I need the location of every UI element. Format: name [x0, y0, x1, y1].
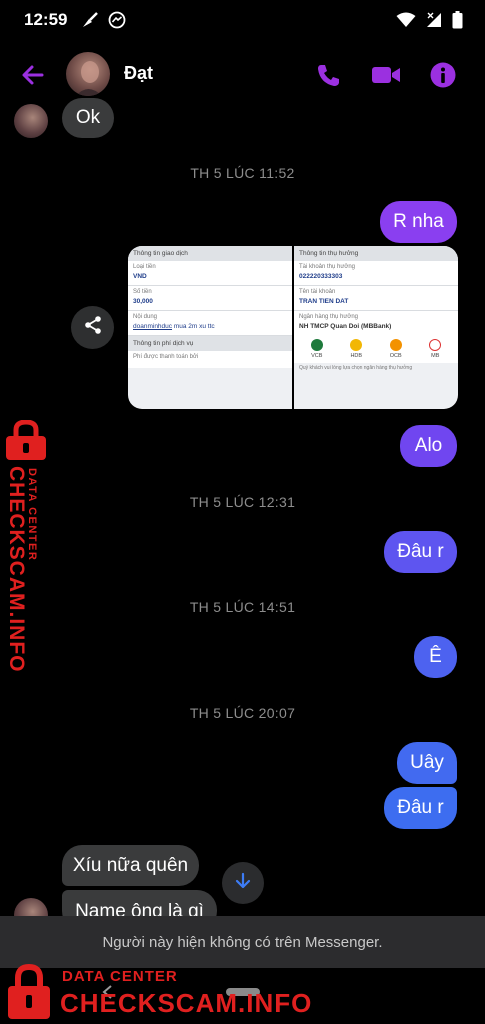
timestamp: TH 5 LÚC 11:52 [190, 165, 295, 181]
field-value: VND [133, 273, 147, 280]
phone-icon[interactable] [314, 61, 342, 89]
broom-icon [80, 11, 100, 34]
section-header: Thông tin phí dịch vụ [128, 336, 292, 351]
field-label: Phí được thanh toán bởi [133, 354, 199, 360]
watermark-data-center: DATA CENTER [62, 968, 178, 985]
arrow-down-icon [234, 872, 252, 895]
footer-note: Quý khách vui lòng lựa chọn ngân hàng th… [299, 365, 413, 371]
bank-options: VCB HDB OCB MB [294, 335, 458, 363]
field-value-link: doanminhduc [133, 323, 173, 330]
contact-name[interactable]: Đạt [124, 63, 153, 84]
battery-icon [452, 11, 463, 34]
unavailable-notice: Người này hiện không có trên Messenger. [0, 916, 485, 968]
section-header: Thông tin thụ hưởng [294, 246, 458, 261]
no-signal-icon [426, 12, 442, 33]
image-attachment[interactable]: Thông tin giao dịch Loại tiền VND Số tiền… [128, 246, 458, 409]
field-label: Số tiền [133, 289, 152, 295]
status-time: 12:59 [24, 10, 68, 29]
messenger-icon [108, 11, 126, 34]
timestamp: TH 5 LÚC 20:07 [189, 705, 296, 721]
field-label: Tên tài khoản [299, 289, 336, 295]
message-incoming[interactable]: Xíu nữa quên [62, 845, 199, 886]
share-button[interactable] [71, 306, 114, 349]
section-header: Thông tin giao dịch [128, 246, 292, 261]
conversation-header: Đạt [0, 44, 485, 104]
message-outgoing[interactable]: Ê [414, 636, 457, 678]
message-outgoing[interactable]: Uây [397, 742, 457, 784]
scroll-down-button[interactable] [222, 862, 264, 904]
contact-avatar[interactable] [66, 52, 110, 96]
status-bar: 12:59 [0, 0, 485, 40]
message-incoming[interactable]: Ok [62, 98, 114, 138]
transaction-screenshot-right: Thông tin thụ hưởng Tài khoản thụ hưởng 0… [294, 246, 458, 409]
field-value: 022220333303 [299, 273, 343, 280]
message-outgoing[interactable]: Đâu r [384, 531, 457, 573]
lock-icon [2, 419, 46, 460]
watermark-side: DATA CENTER CHECKSCAM.INFO [2, 419, 54, 673]
watermark-brand: CHECKSCAM.INFO [5, 466, 28, 673]
bank-option: VCB [310, 339, 323, 359]
share-icon [83, 315, 103, 340]
back-arrow-icon[interactable] [18, 60, 48, 90]
transaction-screenshot-left: Thông tin giao dịch Loại tiền VND Số tiền… [128, 246, 292, 409]
wifi-icon [396, 12, 416, 33]
field-value: mua 2m xu ttc [172, 323, 215, 330]
contact-avatar-small [14, 104, 48, 138]
field-label: Ngân hàng thụ hưởng [299, 314, 358, 320]
message-outgoing[interactable]: Alo [400, 425, 457, 467]
timestamp: TH 5 LÚC 14:51 [189, 599, 296, 615]
bank-option: OCB [389, 339, 402, 359]
lock-icon [6, 963, 52, 1020]
timestamp: TH 5 LÚC 12:31 [189, 494, 296, 510]
info-icon[interactable] [429, 61, 457, 89]
watermark-bottom: DATA CENTER CHECKSCAM.INFO [6, 962, 311, 1022]
bank-option: HDB [350, 339, 363, 359]
field-value: NH TMCP Quan Doi (MBBank) [299, 323, 392, 330]
field-value: TRAN TIEN DAT [299, 298, 349, 305]
field-label: Loại tiền [133, 264, 156, 270]
watermark-brand: CHECKSCAM.INFO [60, 988, 313, 1018]
message-outgoing[interactable]: Đâu r [384, 787, 457, 829]
field-label: Nội dung [133, 314, 158, 320]
bank-option: MB [429, 339, 442, 359]
video-icon[interactable] [371, 61, 400, 89]
message-outgoing[interactable]: R nha [380, 201, 457, 243]
field-value: 30,000 [133, 298, 153, 305]
field-label: Tài khoản thụ hưởng [299, 264, 355, 270]
